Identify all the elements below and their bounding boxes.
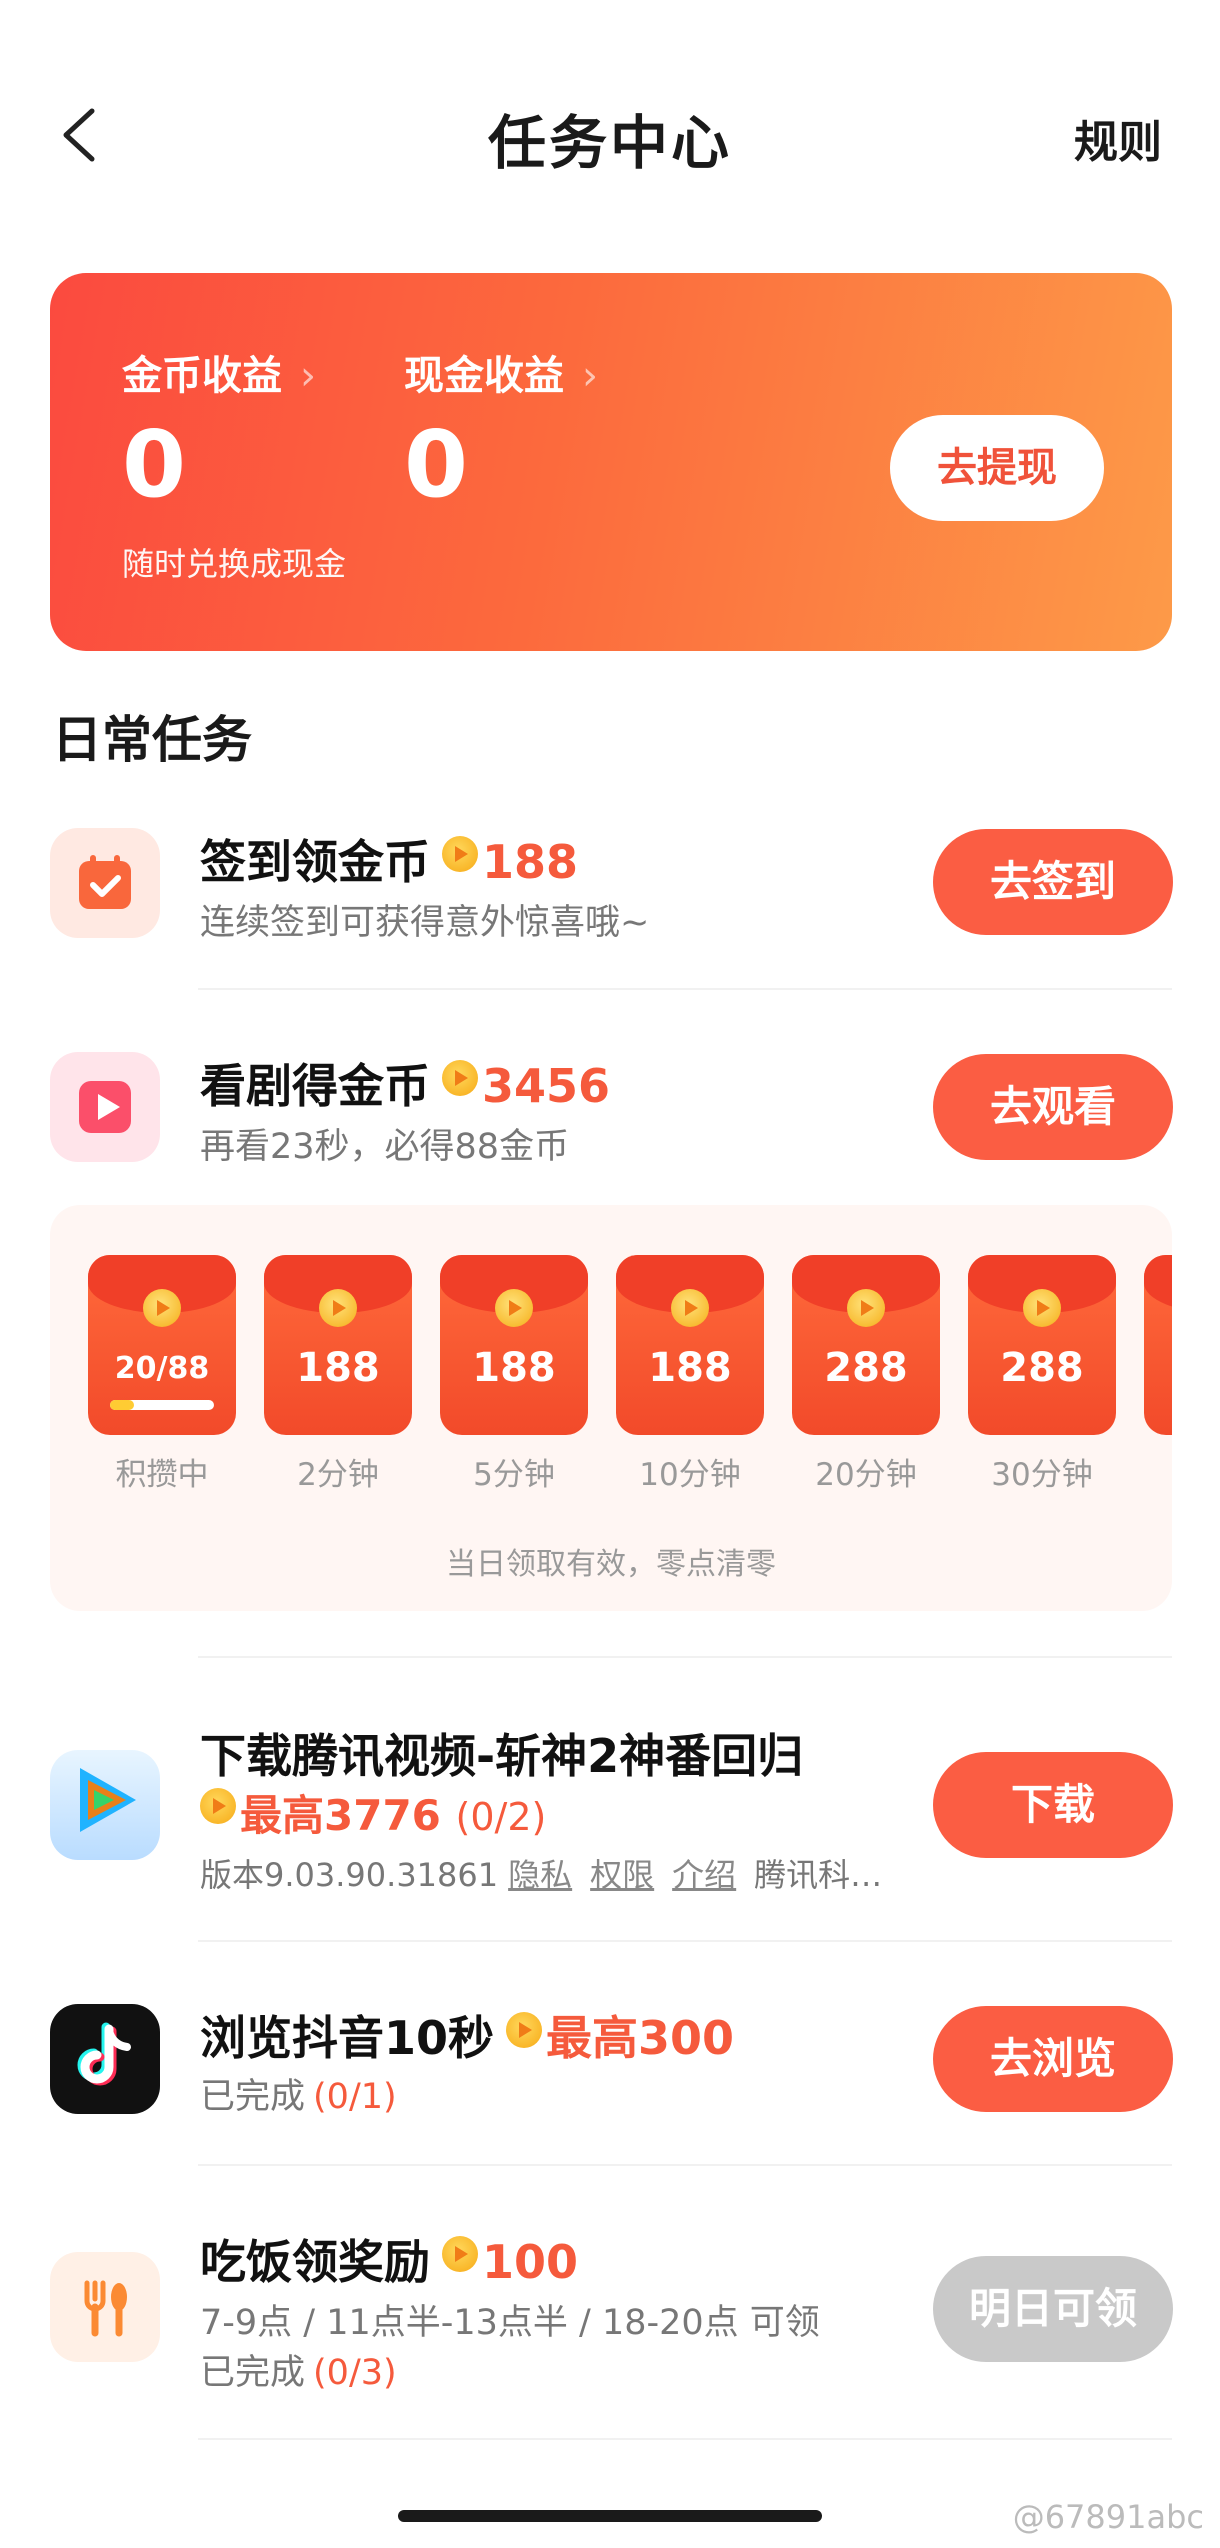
task-title: 吃饭领奖励 100 (200, 2226, 578, 2292)
task-title-text: 浏览抖音10秒 (200, 2011, 495, 2065)
coin-icon (506, 2012, 543, 2048)
envelope-amount: 288 (824, 1345, 908, 1391)
coin-icon (671, 1289, 709, 1327)
task-status: 已完成 (200, 2353, 306, 2393)
envelope-amount: 188 (296, 1345, 380, 1391)
checkin-button[interactable]: 去签到 (933, 829, 1173, 935)
envelope-note: 当日领取有效，零点清零 (446, 1547, 776, 1582)
developer-name: 腾讯科… (754, 1856, 883, 1894)
chevron-right-icon: › (582, 353, 598, 399)
chevron-right-icon: › (300, 353, 316, 399)
red-envelope[interactable]: 288 30分钟 (968, 1255, 1116, 1493)
envelope-amount: 20/88 (114, 1351, 210, 1386)
divider (198, 1656, 1172, 1658)
tencent-video-app-icon (50, 1750, 160, 1860)
section-title-daily-tasks: 日常任务 (52, 711, 252, 769)
page-title: 任务中心 (487, 109, 732, 177)
play-icon (50, 1052, 160, 1162)
douyin-app-icon (50, 2004, 160, 2114)
envelope-amount: 188 (472, 1345, 556, 1391)
task-description: 连续签到可获得意外惊喜哦~ (200, 903, 650, 943)
task-title: 签到领金币 188 (200, 826, 578, 892)
task-title: 下载腾讯视频-斩神2神番回归 (200, 1729, 804, 1783)
task-status: 已完成 (200, 2077, 306, 2117)
task-progress: (0/1) (313, 2077, 397, 2117)
cash-earnings-value: 0 (404, 411, 469, 518)
privacy-link[interactable]: 隐私 (508, 1856, 572, 1894)
red-envelope[interactable]: 288 20分钟 (792, 1255, 940, 1493)
coin-icon (442, 836, 478, 872)
task-reward: 最高300 (546, 2011, 735, 2065)
envelope-caption: 积攒中 (115, 1457, 209, 1493)
task-description: 再看23秒，必得88金币 (200, 1127, 570, 1167)
task-reward: 188 (482, 835, 579, 889)
task-title: 浏览抖音10秒 最高300 (200, 2002, 734, 2068)
red-envelope[interactable]: 188 10分钟 (616, 1255, 764, 1493)
permissions-link[interactable]: 权限 (590, 1856, 654, 1894)
task-title-text: 看剧得金币 (200, 1059, 430, 1113)
envelope-amount: 188 (648, 1345, 732, 1391)
cash-earnings-label: 现金收益 (404, 353, 564, 399)
fork-spoon-icon (50, 2252, 160, 2362)
red-envelope-panel: 20/88 积攒中 188 2分钟 188 5分钟 188 10分钟 288 2… (50, 1205, 1172, 1611)
red-envelope[interactable]: 188 5分钟 (440, 1255, 588, 1493)
task-description: 已完成 (0/1) (200, 2068, 397, 2119)
cash-earnings-link[interactable]: 现金收益 › (404, 343, 598, 401)
red-envelope[interactable]: 188 2分钟 (264, 1255, 412, 1493)
coin-earnings-link[interactable]: 金币收益 › (122, 343, 316, 401)
home-indicator[interactable] (398, 2510, 822, 2522)
coin-icon (442, 2236, 478, 2272)
progress-bar (110, 1400, 214, 1410)
envelope-caption: 2分钟 (297, 1457, 379, 1493)
coin-earnings-value: 0 (122, 411, 187, 518)
introduction-link[interactable]: 介绍 (672, 1856, 736, 1894)
coin-icon (200, 1788, 236, 1824)
red-envelope[interactable]: 4 (1144, 1255, 1172, 1435)
task-title-text: 吃饭领奖励 (200, 2235, 430, 2289)
task-progress: (0/2) (455, 1795, 547, 1839)
browse-button[interactable]: 去浏览 (933, 2006, 1173, 2112)
envelope-amount: 288 (1000, 1345, 1084, 1391)
task-reward: 最高3776 (240, 1791, 441, 1840)
red-envelope[interactable]: 20/88 积攒中 (88, 1255, 236, 1493)
available-tomorrow-button[interactable]: 明日可领 (933, 2256, 1173, 2362)
envelope-caption: 4 (1124, 1449, 1172, 1485)
download-button[interactable]: 下载 (933, 1752, 1173, 1858)
coin-earnings-hint: 随时兑换成现金 (122, 545, 347, 583)
calendar-icon (50, 828, 160, 938)
task-reward: 3456 (482, 1059, 611, 1113)
top-bar: 任务中心 规则 (0, 0, 1220, 260)
rules-link[interactable]: 规则 (1074, 106, 1162, 170)
watch-button[interactable]: 去观看 (933, 1054, 1173, 1160)
task-title-text: 签到领金币 (200, 835, 430, 889)
earnings-card: 金币收益 › 0 随时兑换成现金 现金收益 › 0 去提现 (50, 273, 1172, 651)
coin-icon (847, 1289, 885, 1327)
divider (198, 2164, 1172, 2166)
watermark: @67891abc (1012, 2498, 1204, 2536)
coin-icon (143, 1289, 181, 1327)
task-description: 7-9点 / 11点半-13点半 / 18-20点 可领 (200, 2303, 820, 2343)
task-description: 已完成 (0/3) (200, 2344, 397, 2395)
task-reward-line: 最高3776 (0/2) (200, 1782, 546, 1843)
divider (198, 988, 1172, 990)
task-title: 看剧得金币 3456 (200, 1050, 610, 1116)
task-reward: 100 (482, 2235, 579, 2289)
coin-icon (319, 1289, 357, 1327)
divider (198, 1940, 1172, 1942)
coin-earnings-label: 金币收益 (122, 353, 282, 399)
app-version: 版本9.03.90.31861 (200, 1856, 499, 1894)
withdraw-button[interactable]: 去提现 (890, 415, 1104, 521)
coin-icon (495, 1289, 533, 1327)
envelope-caption: 20分钟 (815, 1457, 917, 1493)
envelope-caption: 30分钟 (991, 1457, 1093, 1493)
coin-icon (1023, 1289, 1061, 1327)
task-progress: (0/3) (313, 2353, 397, 2393)
coin-icon (442, 1060, 478, 1096)
envelope-caption: 5分钟 (473, 1457, 555, 1493)
app-info: 版本9.03.90.31861 隐私 权限 介绍 腾讯科… (200, 1850, 882, 1896)
divider (198, 2438, 1172, 2440)
envelope-caption: 10分钟 (639, 1457, 741, 1493)
